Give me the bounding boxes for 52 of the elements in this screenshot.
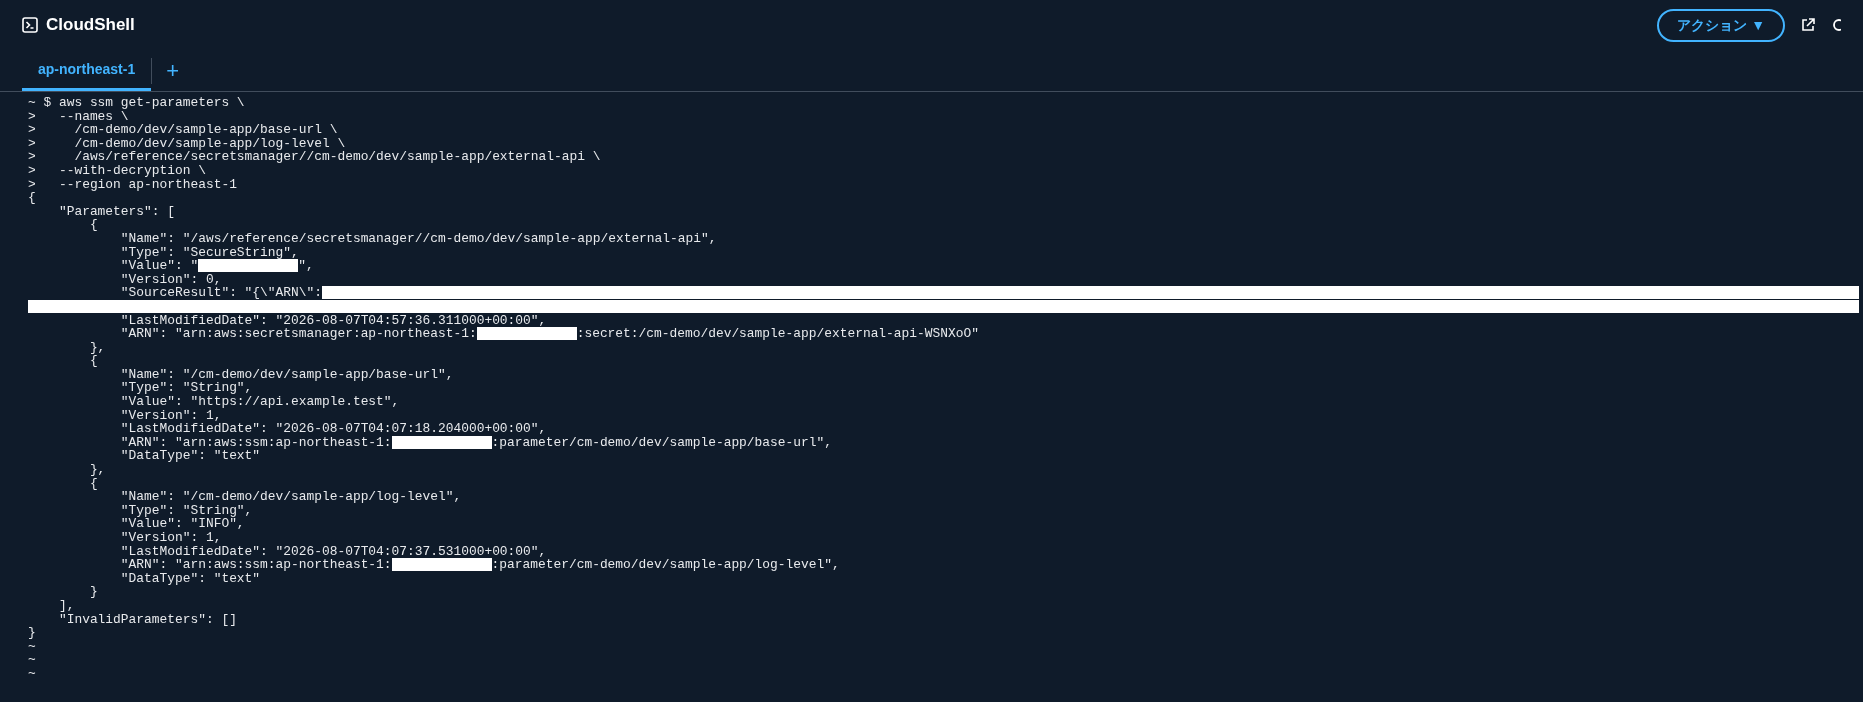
terminal-text: > /cm-demo/dev/sample-app/log-level \ [28,136,346,151]
terminal-text: "SourceResult": "{\"ARN\": [119,286,322,300]
terminal-text: "Name": "/aws/reference/secretsmanager//cm-demo/dev/sample-app/external-api", [119,231,717,246]
terminal-text: "Type": "String", [119,503,253,518]
terminal-text: "Name": "/cm-demo/dev/sample-app/base-url", [119,367,454,382]
terminal-text: "LastModifiedDate": "2026-08-07T04:57:36.311000+00:00", [119,313,547,328]
terminal-text: "LastModifiedDate": "2026-08-07T04:07:18.204000+00:00", [119,422,547,436]
terminal-text: "DataType": "text" [119,449,261,464]
add-tab-button[interactable]: + [152,59,194,82]
terminal-text: ~ [28,639,36,654]
app-title: CloudShell [46,14,135,37]
terminal-text: ", [298,259,314,273]
terminal-text: "Version": 0, [119,272,222,287]
terminal-text: } [28,626,36,640]
terminal-text: "InvalidParameters": [] [57,612,237,627]
terminal-text: }, [88,463,106,477]
terminal-text: "Version": 1, [119,531,222,545]
terminal-text: { [88,354,98,368]
terminal-text: "ARN": "arn:aws:ssm:ap-northeast-1: [119,435,392,450]
region-tab[interactable]: ap-northeast-1 [22,50,152,91]
terminal-text: { [88,218,98,232]
terminal-text: :parameter/cm-demo/dev/sample-app/base-url", [491,435,832,450]
terminal-text: "Value": "INFO", [119,517,245,531]
external-link-icon[interactable] [1801,18,1815,32]
terminal-text: "Name": "/cm-demo/dev/sample-app/log-level", [119,490,462,504]
terminal-text: > --region ap-northeast-1 [28,177,237,192]
terminal-text: { [88,476,98,491]
terminal-text: "DataType": "text" [119,571,261,586]
terminal-text: "Parameters": [ [57,204,175,219]
terminal-text: > --with-decryption \ [28,163,206,178]
terminal-text: "Version": 1, [119,408,222,423]
terminal-text: ~ [28,653,36,667]
terminal-text: > /aws/reference/secretsmanager//cm-demo/dev/sample-app/external-api \ [28,150,601,164]
actions-button[interactable]: アクション ▼ [1657,8,1785,42]
terminal-icon [22,17,38,33]
terminal-text: "Value": " [119,259,199,273]
terminal-text: } [88,585,98,599]
terminal-text: > --names \ [28,109,129,124]
terminal-text: { [28,191,36,205]
terminal-text: :secret:/cm-demo/dev/sample-app/external-api-WSNXoO" [576,327,979,341]
terminal-text: > /cm-demo/dev/sample-app/base-url \ [28,123,338,137]
terminal-text: }, [88,340,106,355]
terminal-text: "Type": "String", [119,381,253,396]
terminal-text: "Value": "https://api.example.test", [119,395,400,409]
terminal-text: "Type": "SecureString", [119,245,299,260]
terminal-text: "ARN": "arn:aws:ssm:ap-northeast-1: [119,558,392,572]
terminal-text: "ARN": "arn:aws:secretsmanager:ap-northeast-1: [119,327,477,341]
terminal-text: :parameter/cm-demo/dev/sample-app/log-level", [491,558,840,572]
terminal-text: ], [57,598,75,613]
terminal-text: ~ $ aws ssm get-parameters \ [28,96,245,110]
terminal-text: ~ [28,666,36,681]
terminal-text: "LastModifiedDate": "2026-08-07T04:07:37.531000+00:00", [119,544,547,559]
